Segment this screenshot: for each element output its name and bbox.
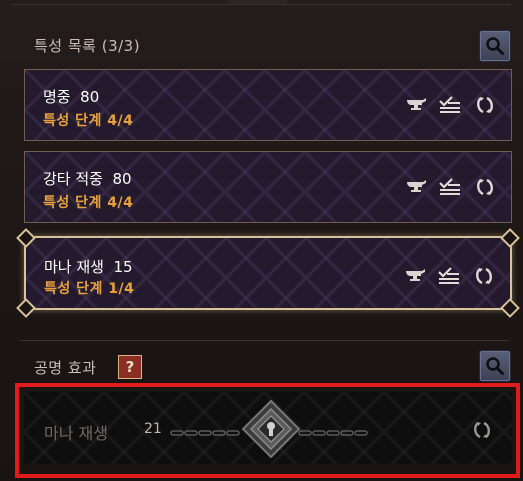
check-list-icon[interactable] (437, 266, 461, 286)
section-divider (20, 340, 509, 341)
anvil-icon[interactable] (405, 177, 427, 197)
panel-top-line (12, 4, 511, 5)
reset-icon[interactable] (475, 177, 495, 197)
resonance-search-button[interactable] (479, 350, 511, 382)
search-icon (486, 357, 504, 375)
trait-panel: 특성 목록 (3/3) 명중 80 특성 단계 4/4 강타 적중 80 특성 … (0, 0, 523, 481)
trait-card-accuracy[interactable]: 명중 80 특성 단계 4/4 (24, 69, 512, 141)
trait-name: 마나 재생 15 (44, 258, 133, 276)
corner-ornament (500, 298, 520, 318)
corner-ornament (16, 298, 36, 318)
trait-list-title: 특성 목록 (3/3) (34, 37, 141, 55)
anvil-icon[interactable] (405, 95, 427, 115)
trait-level: 특성 단계 1/4 (44, 281, 135, 297)
reset-icon[interactable] (474, 266, 494, 286)
corner-ornament (500, 228, 520, 248)
trait-search-button[interactable] (479, 30, 511, 62)
anvil-icon[interactable] (404, 266, 426, 286)
corner-ornament (16, 228, 36, 248)
trait-level: 특성 단계 4/4 (43, 113, 134, 129)
help-button[interactable]: ? (118, 355, 142, 379)
trait-card-critical-hit[interactable]: 강타 적중 80 특성 단계 4/4 (24, 151, 512, 223)
reset-icon[interactable] (475, 95, 495, 115)
trait-level: 특성 단계 4/4 (43, 195, 134, 211)
check-list-icon[interactable] (438, 177, 462, 197)
search-icon (486, 37, 504, 55)
trait-card-mana-regen[interactable]: 마나 재생 15 특성 단계 1/4 (16, 228, 520, 318)
resonance-title: 공명 효과 (34, 359, 97, 377)
highlight-box (15, 383, 520, 478)
trait-name: 강타 적중 80 (43, 170, 132, 188)
check-list-icon[interactable] (438, 95, 462, 115)
trait-name: 명중 80 (43, 88, 100, 106)
